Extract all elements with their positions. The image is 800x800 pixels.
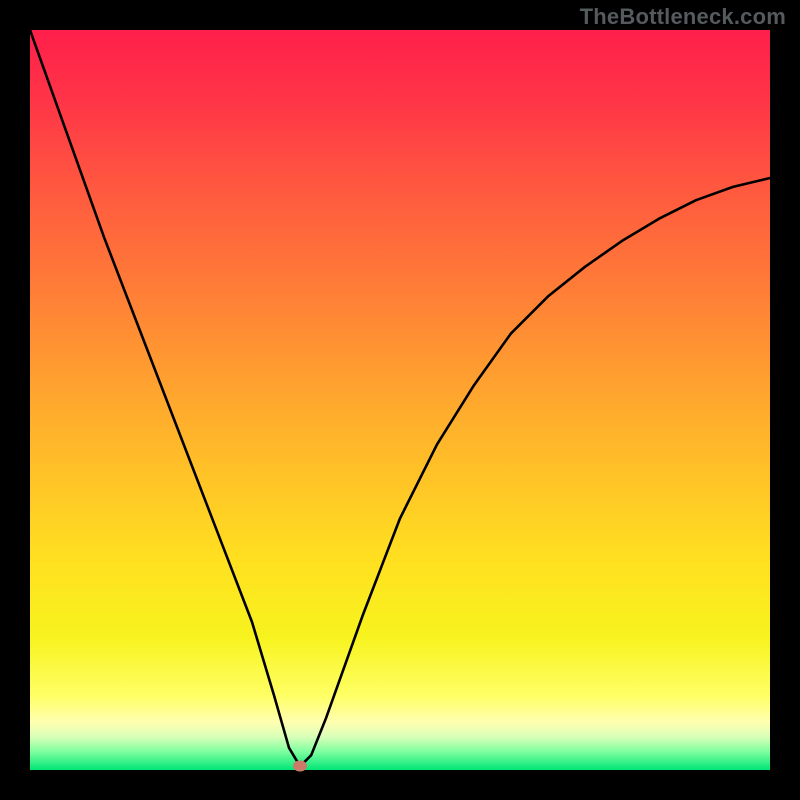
gradient-background xyxy=(30,30,770,770)
gradient-rect xyxy=(30,30,770,770)
chart-frame: TheBottleneck.com xyxy=(0,0,800,800)
minimum-marker xyxy=(293,761,307,772)
watermark-text: TheBottleneck.com xyxy=(580,4,786,30)
